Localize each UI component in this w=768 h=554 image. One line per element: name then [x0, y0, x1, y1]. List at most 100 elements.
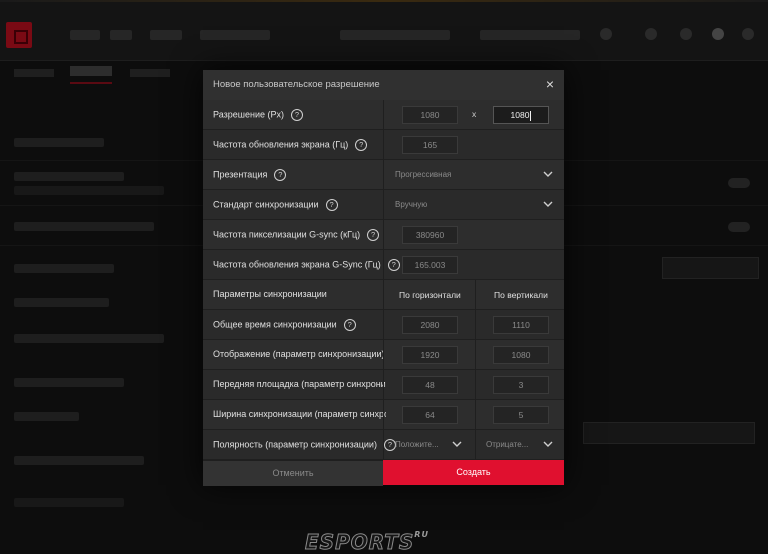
column-divider [475, 340, 476, 369]
polarity-vertical-dropdown[interactable]: Отрицате... [486, 440, 528, 449]
custom-resolution-dialog: Новое пользовательское разрешение × Разр… [203, 70, 564, 486]
resolution-separator: x [472, 109, 477, 119]
background-icon [742, 28, 754, 40]
watermark-text: ESPORTS [304, 530, 415, 554]
close-icon[interactable]: × [542, 76, 558, 92]
gsync-refresh-rate-label: Частота обновления экрана G-Sync (Гц)? [213, 259, 400, 271]
gsync-refresh-rate-input[interactable]: 165.003 [402, 256, 458, 274]
background-row [14, 264, 114, 273]
nav-placeholder [200, 30, 270, 40]
display-label: Отображение (параметр синхронизации) [213, 349, 385, 359]
background-row [14, 378, 124, 387]
refresh-rate-input[interactable]: 165 [402, 136, 458, 154]
column-divider [383, 190, 384, 219]
background-row [14, 456, 144, 465]
background-row [14, 186, 164, 195]
row-resolution: Разрешение (Px)? 1080 x 1080 [203, 100, 564, 130]
watermark-suffix: RU [414, 530, 429, 539]
background-toggle [728, 222, 750, 232]
column-divider [383, 160, 384, 189]
help-icon[interactable]: ? [325, 199, 338, 211]
cancel-button[interactable]: Отменить [203, 460, 383, 486]
background-row [14, 298, 109, 307]
refresh-rate-label: Частота обновления экрана (Гц)? [213, 139, 368, 151]
nav-placeholder [110, 30, 132, 40]
column-divider [383, 250, 384, 279]
polarity-label: Полярность (параметр синхронизации)? [213, 439, 396, 451]
resolution-height-input[interactable]: 1080 [493, 106, 549, 124]
help-icon[interactable]: ? [355, 139, 368, 151]
column-divider [475, 280, 476, 309]
help-icon[interactable]: ? [274, 169, 287, 181]
create-button[interactable]: Создать [383, 460, 564, 485]
display-vertical-input[interactable]: 1080 [493, 346, 549, 364]
chevron-down-icon[interactable] [542, 198, 554, 210]
column-divider [383, 100, 384, 129]
sync-width-label: Ширина синхронизации (параметр синхрониз… [213, 409, 386, 419]
resolution-width-input[interactable]: 1080 [402, 106, 458, 124]
front-porch-vertical-input[interactable]: 3 [493, 376, 549, 394]
row-presentation: Презентация? Прогрессивная [203, 160, 564, 190]
row-total-sync-time: Общее время синхронизации? 2080 1110 [203, 310, 564, 340]
subnav-active-tab [70, 66, 112, 84]
column-divider [383, 400, 384, 429]
gsync-pixel-clock-label: Частота пикселизации G-sync (кГц)? [213, 229, 380, 241]
help-icon[interactable]: ? [387, 259, 400, 271]
total-sync-horizontal-input[interactable]: 2080 [402, 316, 458, 334]
background-dropdown [583, 422, 755, 444]
help-icon[interactable]: ? [367, 229, 380, 241]
row-gsync-refresh-rate: Частота обновления экрана G-Sync (Гц)? 1… [203, 250, 564, 280]
dialog-header: Новое пользовательское разрешение × [203, 70, 564, 101]
nav-placeholder [480, 30, 580, 40]
column-divider [383, 370, 384, 399]
row-front-porch: Передняя площадка (параметр синхронизаци… [203, 370, 564, 400]
background-icon [712, 28, 724, 40]
column-divider [475, 310, 476, 339]
chevron-down-icon[interactable] [542, 168, 554, 180]
row-display: Отображение (параметр синхронизации) 192… [203, 340, 564, 370]
sync-standard-dropdown[interactable]: Вручную [395, 200, 427, 209]
total-sync-time-label: Общее время синхронизации? [213, 319, 356, 331]
app-logo [6, 22, 32, 48]
background-icon [600, 28, 612, 40]
sync-width-vertical-input[interactable]: 5 [493, 406, 549, 424]
front-porch-horizontal-input[interactable]: 48 [402, 376, 458, 394]
front-porch-label: Передняя площадка (параметр синхронизаци… [213, 379, 386, 389]
chevron-down-icon[interactable] [542, 438, 554, 450]
column-divider [383, 130, 384, 159]
nav-placeholder [340, 30, 450, 40]
column-divider [383, 310, 384, 339]
column-divider [475, 400, 476, 429]
help-icon[interactable]: ? [290, 109, 303, 121]
column-divider [475, 430, 476, 459]
sync-width-horizontal-input[interactable]: 64 [402, 406, 458, 424]
total-sync-vertical-input[interactable]: 1110 [493, 316, 549, 334]
background-toggle [728, 178, 750, 188]
background-row [14, 222, 154, 231]
row-polarity: Полярность (параметр синхронизации)? Пол… [203, 430, 564, 460]
row-sync-standard: Стандарт синхронизации? Вручную [203, 190, 564, 220]
column-divider [383, 340, 384, 369]
row-sync-width: Ширина синхронизации (параметр синхрониз… [203, 400, 564, 430]
esports-watermark: ESPORTSRU [304, 530, 429, 554]
background-row [14, 172, 124, 181]
gsync-pixel-clock-input[interactable]: 380960 [402, 226, 458, 244]
horizontal-column-header: По горизонтали [399, 290, 461, 300]
display-horizontal-input[interactable]: 1920 [402, 346, 458, 364]
background-dropdown [662, 257, 759, 279]
row-sync-params-header: Параметры синхронизации По горизонтали П… [203, 280, 564, 310]
help-icon[interactable]: ? [343, 319, 356, 331]
sync-standard-label: Стандарт синхронизации? [213, 199, 338, 211]
presentation-dropdown[interactable]: Прогрессивная [395, 170, 451, 179]
chevron-down-icon[interactable] [451, 438, 463, 450]
sync-params-label: Параметры синхронизации [213, 289, 327, 299]
background-row [14, 138, 104, 147]
background-icon [645, 28, 657, 40]
column-divider [383, 430, 384, 459]
background-row [14, 334, 164, 343]
row-gsync-pixel-clock: Частота пикселизации G-sync (кГц)? 38096… [203, 220, 564, 250]
background-row [14, 412, 79, 421]
background-icon [680, 28, 692, 40]
presentation-label: Презентация? [213, 169, 287, 181]
polarity-horizontal-dropdown[interactable]: Положите... [395, 440, 439, 449]
